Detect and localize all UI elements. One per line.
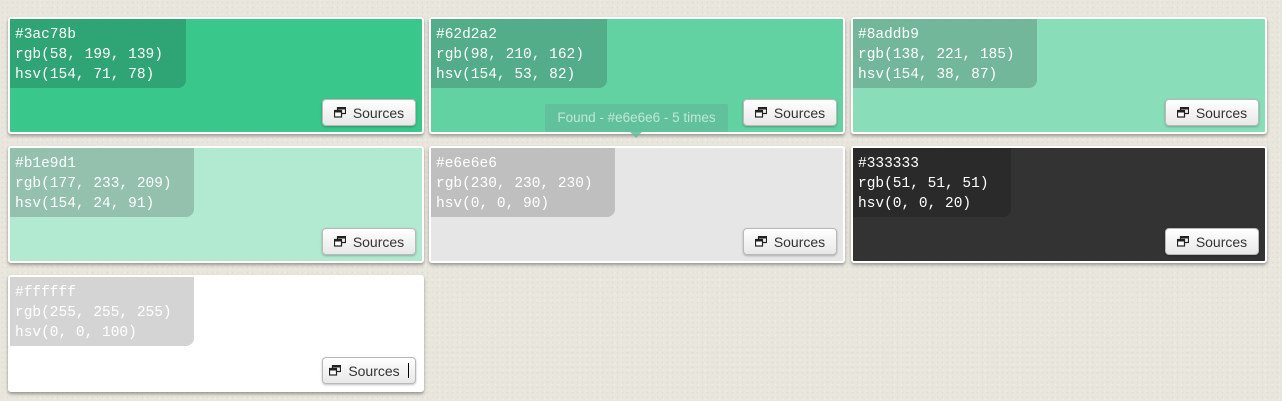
hsv-value: hsv(0, 0, 100) <box>15 325 137 341</box>
hex-value: #b1e9d1 <box>15 156 76 172</box>
sources-button-label: Sources <box>1195 233 1248 250</box>
hsv-value: hsv(0, 0, 20) <box>858 196 972 212</box>
sources-button-label: Sources <box>348 362 400 379</box>
sources-button[interactable]: Sources <box>1165 99 1259 126</box>
sources-button-label: Sources <box>352 104 405 121</box>
hex-value: #333333 <box>858 156 919 172</box>
rgb-value: rgb(177, 233, 209) <box>15 176 172 192</box>
sources-button[interactable]: Sources <box>743 99 837 126</box>
sources-button[interactable]: Sources <box>322 99 416 126</box>
rgb-value: rgb(51, 51, 51) <box>858 176 989 192</box>
text-cursor <box>407 363 409 378</box>
rgb-value: rgb(255, 255, 255) <box>15 305 172 321</box>
sources-button[interactable]: Sources <box>743 228 837 255</box>
color-swatch-3ac78b: #3ac78b rgb(58, 199, 139) hsv(154, 71, 7… <box>8 17 424 134</box>
color-info-panel: #b1e9d1 rgb(177, 233, 209) hsv(154, 24, … <box>10 148 194 217</box>
color-info-panel: #3ac78b rgb(58, 199, 139) hsv(154, 71, 7… <box>10 19 186 88</box>
color-info-panel: #ffffff rgb(255, 255, 255) hsv(0, 0, 100… <box>10 277 194 346</box>
color-swatch-e6e6e6: #e6e6e6 rgb(230, 230, 230) hsv(0, 0, 90)… <box>429 146 845 263</box>
hsv-value: hsv(154, 24, 91) <box>15 196 155 212</box>
hex-value: #3ac78b <box>15 27 76 43</box>
color-swatch-8addb9: #8addb9 rgb(138, 221, 185) hsv(154, 38, … <box>851 17 1267 134</box>
found-count-tooltip: Found - #e6e6e6 - 5 times <box>545 104 728 138</box>
color-swatch-333333: #333333 rgb(51, 51, 51) hsv(0, 0, 20) So… <box>851 146 1267 263</box>
hex-value: #8addb9 <box>858 27 919 43</box>
external-window-icon <box>333 107 346 118</box>
sources-button-label: Sources <box>1195 104 1248 121</box>
color-info-panel: #e6e6e6 rgb(230, 230, 230) hsv(0, 0, 90) <box>431 148 615 217</box>
sources-button[interactable]: Sources <box>322 357 416 384</box>
external-window-icon <box>754 236 767 247</box>
rgb-value: rgb(138, 221, 185) <box>858 47 1015 63</box>
hsv-value: hsv(154, 53, 82) <box>436 67 576 83</box>
external-window-icon <box>1176 107 1189 118</box>
sources-button[interactable]: Sources <box>1165 228 1259 255</box>
external-window-icon <box>754 107 767 118</box>
sources-button-label: Sources <box>773 233 826 250</box>
rgb-value: rgb(230, 230, 230) <box>436 176 593 192</box>
hsv-value: hsv(0, 0, 90) <box>436 196 550 212</box>
hex-value: #ffffff <box>15 285 76 301</box>
hex-value: #e6e6e6 <box>436 156 497 172</box>
color-info-panel: #62d2a2 rgb(98, 210, 162) hsv(154, 53, 8… <box>431 19 607 88</box>
color-swatch-ffffff: #ffffff rgb(255, 255, 255) hsv(0, 0, 100… <box>8 275 424 392</box>
color-info-panel: #8addb9 rgb(138, 221, 185) hsv(154, 38, … <box>853 19 1037 88</box>
color-swatch-b1e9d1: #b1e9d1 rgb(177, 233, 209) hsv(154, 24, … <box>8 146 424 263</box>
sources-button[interactable]: Sources <box>322 228 416 255</box>
sources-button-label: Sources <box>773 104 826 121</box>
hsv-value: hsv(154, 71, 78) <box>15 67 155 83</box>
external-window-icon <box>329 365 342 376</box>
sources-button-label: Sources <box>352 233 405 250</box>
external-window-icon <box>1176 236 1189 247</box>
hex-value: #62d2a2 <box>436 27 497 43</box>
external-window-icon <box>333 236 346 247</box>
color-info-panel: #333333 rgb(51, 51, 51) hsv(0, 0, 20) <box>853 148 1011 217</box>
rgb-value: rgb(98, 210, 162) <box>436 47 584 63</box>
rgb-value: rgb(58, 199, 139) <box>15 47 163 63</box>
hsv-value: hsv(154, 38, 87) <box>858 67 998 83</box>
